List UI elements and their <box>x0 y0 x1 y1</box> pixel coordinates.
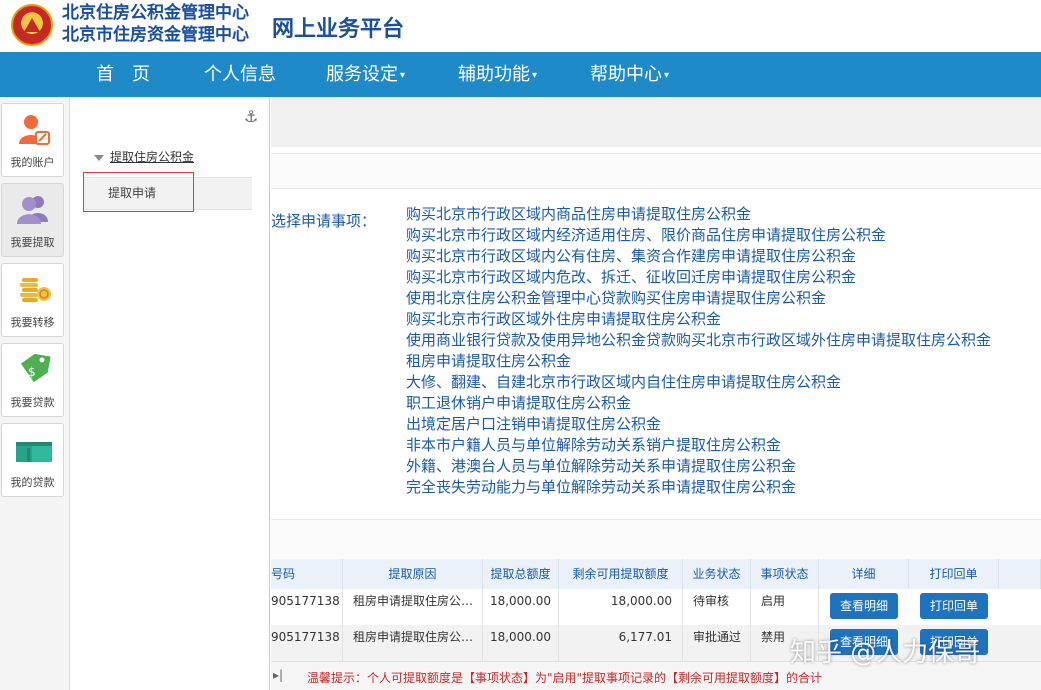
nav-personal-info-label: 个人信息 <box>204 64 276 85</box>
account-icon <box>19 115 50 145</box>
coins-icon <box>20 278 51 302</box>
org-name-line2: 北京市住房资金管理中心 <box>62 25 249 45</box>
table-row: 905177138 租房申请提取住房公… 18,000.00 18,000.00… <box>271 589 1041 625</box>
title-band <box>271 97 1041 147</box>
iconbar-item-withdraw[interactable]: 我要提取 <box>1 183 64 257</box>
iconbar-label: 我要贷款 <box>10 396 55 409</box>
iconbar-label: 我的账户 <box>10 156 55 169</box>
reason-link[interactable]: 购买北京市行政区域内危改、拆迁、征收回迁房申请提取住房公积金 <box>406 267 991 288</box>
menu-group-withdraw-fund[interactable]: 提取住房公积金 <box>94 148 194 165</box>
platform-title: 网上业务平台 <box>272 17 405 42</box>
nav-assist-functions[interactable]: 辅助功能 ▾ <box>458 52 537 97</box>
nav-help-center[interactable]: 帮助中心 ▾ <box>590 52 669 97</box>
cell-biz-status: 待审核 <box>683 589 751 625</box>
chevron-down-icon: ▾ <box>664 69 670 81</box>
money-stack-icon <box>16 442 52 462</box>
reason-link[interactable]: 外籍、港澳台人员与单位解除劳动关系申请提取住房公积金 <box>406 456 991 477</box>
main-nav: 首 页 个人信息 服务设定 ▾ 辅助功能 ▾ 帮助中心 ▾ <box>0 52 1041 97</box>
records-band <box>271 519 1041 559</box>
iconbar-label: 我的贷款 <box>10 476 55 489</box>
cell-item-status: 启用 <box>751 589 819 625</box>
secondary-menu: ⚓ 提取住房公积金 提取申请 <box>70 97 270 690</box>
svg-text:$: $ <box>28 365 36 379</box>
col-header-spacer <box>999 559 1041 589</box>
reason-link[interactable]: 使用商业银行贷款及使用异地公积金贷款购买北京市行政区域外住房申请提取住房公积金 <box>406 330 991 351</box>
nav-service-settings[interactable]: 服务设定 ▾ <box>326 52 405 97</box>
left-icon-bar: 我的账户 我要提取 我要转移 $ 我要贷款 我的贷款 <box>0 97 70 690</box>
users-icon <box>17 196 48 224</box>
caret-down-icon <box>94 154 104 161</box>
cell-total: 18,000.00 <box>483 589 559 625</box>
print-receipt-button[interactable]: 打印回单 <box>920 593 989 619</box>
cell-reason: 租房申请提取住房公… <box>343 625 483 661</box>
reason-link[interactable]: 大修、翻建、自建北京市行政区域内自住住房申请提取住房公积金 <box>406 372 991 393</box>
cell-number: 905177138 <box>271 589 343 625</box>
cell-remaining: 18,000.00 <box>559 589 683 625</box>
org-name: 北京住房公积金管理中心 北京市住房资金管理中心 <box>62 2 249 46</box>
watermark-text: 知乎 @人力保哥 <box>790 638 981 668</box>
cell-reason: 租房申请提取住房公… <box>343 589 483 625</box>
col-header-reason: 提取原因 <box>343 559 483 589</box>
reason-link[interactable]: 使用北京住房公积金管理中心贷款购买住房申请提取住房公积金 <box>406 288 991 309</box>
menu-group-label: 提取住房公积金 <box>110 150 195 164</box>
col-header-remaining: 剩余可用提取额度 <box>559 559 683 589</box>
iconbar-label: 我要提取 <box>10 236 55 249</box>
iconbar-item-loan[interactable]: $ 我要贷款 <box>1 343 64 417</box>
main-content: 选择申请事项： 购买北京市行政区域内商品住房申请提取住房公积金 购买北京市行政区… <box>271 97 1041 690</box>
col-header-item-status: 事项状态 <box>751 559 819 589</box>
cell-number: 905177138 <box>271 625 343 661</box>
select-item-label: 选择申请事项： <box>271 212 377 230</box>
reason-link[interactable]: 出境定居户口注销申请提取住房公积金 <box>406 414 991 435</box>
iconbar-item-my-loan[interactable]: 我的贷款 <box>1 423 64 497</box>
reason-link[interactable]: 租房申请提取住房公积金 <box>406 351 991 372</box>
nav-home-label: 首 页 <box>96 64 150 85</box>
header: 北京住房公积金管理中心 北京市住房资金管理中心 网上业务平台 <box>0 0 1041 52</box>
reason-link[interactable]: 购买北京市行政区域内商品住房申请提取住房公积金 <box>406 204 991 225</box>
reason-link[interactable]: 职工退休销户申请提取住房公积金 <box>406 393 991 414</box>
nav-personal-info[interactable]: 个人信息 <box>204 52 276 97</box>
chevron-down-icon: ▾ <box>400 69 406 81</box>
tip-text: 温馨提示：个人可提取额度是【事项状态】为"启用"提取事项记录的【剩余可用提取额度… <box>307 671 823 685</box>
col-header-biz-status: 业务状态 <box>683 559 751 589</box>
nav-assist-functions-label: 辅助功能 <box>458 64 530 85</box>
reason-link[interactable]: 完全丧失劳动能力与单位解除劳动关系申请提取住房公积金 <box>406 477 991 498</box>
col-header-total: 提取总额度 <box>483 559 559 589</box>
cell-remaining: 6,177.01 <box>559 625 683 661</box>
reason-link[interactable]: 非本市户籍人员与单位解除劳动关系销户提取住房公积金 <box>406 435 991 456</box>
logo-emblem-icon <box>11 4 53 46</box>
reason-link[interactable]: 购买北京市行政区域内公有住房、集资合作建房申请提取住房公积金 <box>406 246 991 267</box>
pager-last-icon[interactable]: ▸| <box>273 668 283 682</box>
col-header-detail: 详细 <box>819 559 909 589</box>
col-header-number: 号码 <box>271 559 343 589</box>
price-tag-icon: $ <box>20 353 51 383</box>
chevron-down-icon: ▾ <box>532 69 538 81</box>
reason-link[interactable]: 购买北京市行政区域外住房申请提取住房公积金 <box>406 309 991 330</box>
col-header-print: 打印回单 <box>909 559 999 589</box>
cell-total: 18,000.00 <box>483 625 559 661</box>
iconbar-label: 我要转移 <box>10 316 55 329</box>
iconbar-item-transfer[interactable]: 我要转移 <box>1 263 64 337</box>
iconbar-item-my-account[interactable]: 我的账户 <box>1 103 64 177</box>
view-detail-button[interactable]: 查看明细 <box>830 593 899 619</box>
selection-highlight-box <box>83 172 194 212</box>
reason-list: 购买北京市行政区域内商品住房申请提取住房公积金 购买北京市行政区域内经济适用住房… <box>406 204 991 498</box>
org-name-line1: 北京住房公积金管理中心 <box>62 3 249 23</box>
section-band <box>271 153 1041 189</box>
cell-biz-status: 审批通过 <box>683 625 751 661</box>
nav-home[interactable]: 首 页 <box>96 52 150 97</box>
reason-link[interactable]: 购买北京市行政区域内经济适用住房、限价商品住房申请提取住房公积金 <box>406 225 991 246</box>
nav-service-settings-label: 服务设定 <box>326 64 398 85</box>
nav-help-center-label: 帮助中心 <box>590 64 662 85</box>
pin-anchor-icon[interactable]: ⚓ <box>244 107 258 126</box>
